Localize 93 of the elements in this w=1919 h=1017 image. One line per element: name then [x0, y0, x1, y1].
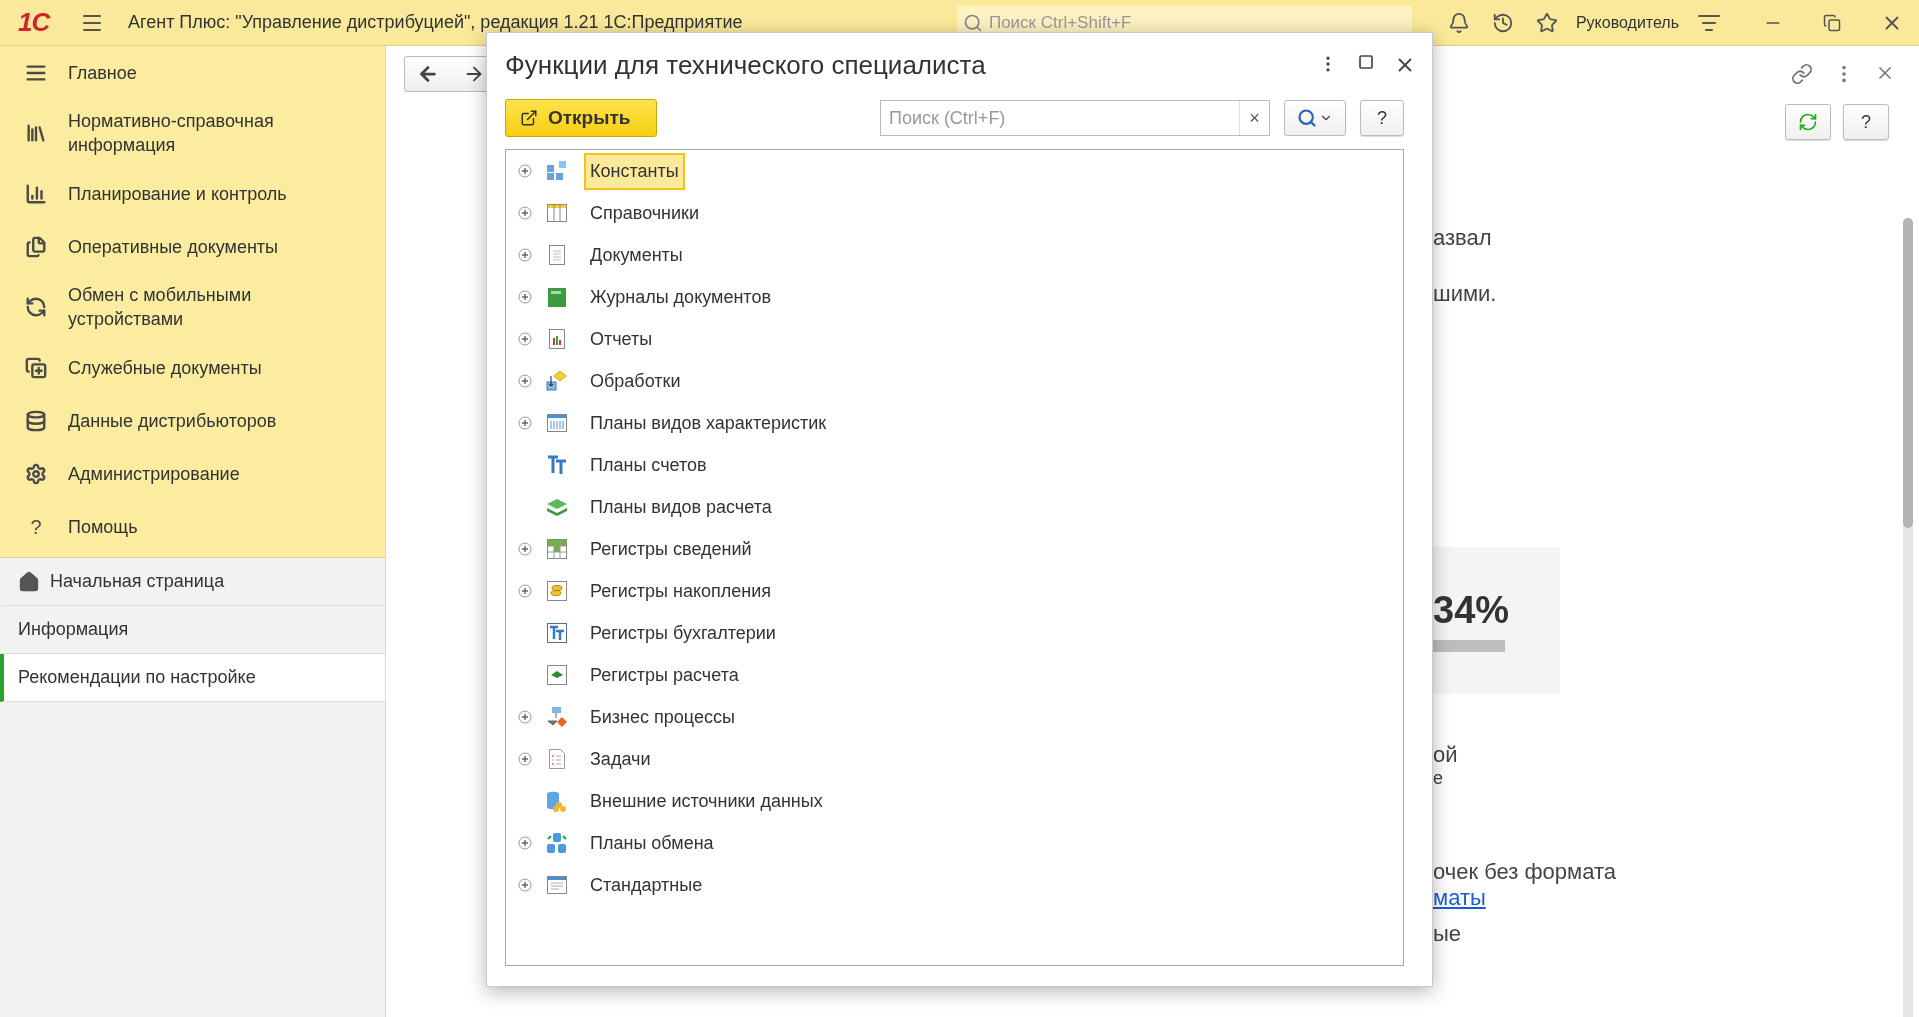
journal-icon: [546, 286, 568, 308]
expand-icon[interactable]: [518, 836, 532, 850]
tree-item[interactable]: Константы: [584, 152, 685, 190]
form-icon: [546, 874, 568, 896]
refresh-button[interactable]: [1785, 104, 1831, 140]
expand-icon[interactable]: [518, 374, 532, 388]
tree-item[interactable]: Регистры сведений: [584, 530, 758, 568]
help-icon: ?: [24, 514, 48, 539]
dialog-title: Функции для технического специалиста: [505, 49, 986, 81]
tree-item[interactable]: Планы видов расчета: [584, 488, 778, 526]
table-icon: [546, 202, 568, 224]
tree-item[interactable]: Задачи: [584, 740, 657, 778]
open-icon: [520, 109, 538, 127]
tree-item[interactable]: Планы счетов: [584, 446, 713, 484]
help-button[interactable]: ?: [1360, 100, 1404, 136]
document-icon: [546, 244, 568, 266]
tree-item[interactable]: Регистры расчета: [584, 656, 745, 694]
tree-item[interactable]: Стандартные: [584, 866, 709, 904]
exchange-icon: [546, 832, 568, 854]
open-button[interactable]: Открыть: [505, 99, 657, 137]
expand-icon[interactable]: [518, 878, 532, 892]
scrollbar[interactable]: [1903, 218, 1913, 1017]
tree-item[interactable]: Обработки: [584, 362, 687, 400]
expand-icon[interactable]: [518, 332, 532, 346]
expand-icon[interactable]: [518, 542, 532, 556]
app-logo: 1С: [18, 7, 52, 38]
tree-item[interactable]: Бизнес процессы: [584, 698, 741, 736]
search-icon: [962, 12, 983, 33]
expand-icon[interactable]: [518, 248, 532, 262]
tree-item[interactable]: Планы обмена: [584, 824, 720, 862]
search-button[interactable]: [1284, 100, 1346, 136]
processing-icon: [546, 370, 568, 392]
page-text: азвал: [1433, 225, 1493, 251]
help-button[interactable]: ?: [1843, 104, 1889, 140]
search-field[interactable]: Поиск (Ctrl+F) ×: [880, 100, 1270, 136]
tree-item[interactable]: Регистры бухгалтерии: [584, 614, 782, 652]
section-link[interactable]: Оперативные документы: [0, 220, 385, 273]
page-text: шими.: [1433, 281, 1498, 307]
section-link[interactable]: Служебные документы: [0, 341, 385, 394]
page-link[interactable]: маты: [1433, 885, 1919, 911]
window-title: Агент Плюс: "Управление дистрибуцией", редакция 1.21 1С:Предприятие: [128, 12, 743, 33]
checklist-icon: [546, 748, 568, 770]
section-link[interactable]: Главное: [0, 46, 385, 99]
section-icon: [24, 235, 48, 258]
section-link[interactable]: Администрирование: [0, 447, 385, 500]
section-link[interactable]: ? Помощь: [0, 500, 385, 553]
expand-icon[interactable]: [518, 710, 532, 724]
link-icon[interactable]: [1791, 63, 1813, 85]
refresh-icon: [1798, 112, 1818, 132]
tree-item[interactable]: Отчеты: [584, 320, 659, 358]
section-link[interactable]: Данные дистрибьюторов: [0, 394, 385, 447]
section-icon: [24, 182, 48, 205]
page-text: очек без формата: [1433, 859, 1617, 885]
calc-register-icon: [546, 664, 568, 686]
maximize-icon[interactable]: [1358, 54, 1374, 70]
section-link[interactable]: Планирование и контроль: [0, 167, 385, 220]
blocks-icon: [546, 160, 568, 182]
page-text: ой: [1433, 742, 1459, 768]
tree-item[interactable]: Внешние источники данных: [584, 782, 829, 820]
section-link[interactable]: Нормативно-справочная информация: [0, 99, 385, 167]
accounts-icon: [546, 454, 568, 476]
section-icon: [24, 356, 48, 379]
stat-value: 34%: [1433, 589, 1511, 632]
database-icon: [546, 790, 568, 812]
expand-icon[interactable]: [518, 584, 532, 598]
search-icon: [1297, 108, 1317, 128]
expand-icon[interactable]: [518, 206, 532, 220]
arrow-left-icon: [417, 63, 439, 85]
tree-item[interactable]: Регистры накопления: [584, 572, 778, 610]
section-icon: [24, 296, 48, 318]
expand-icon[interactable]: [518, 164, 532, 178]
grid-icon: [546, 538, 568, 560]
user-name[interactable]: Руководитель: [1575, 13, 1679, 32]
page-text: ые: [1433, 921, 1463, 947]
report-icon: [546, 328, 568, 350]
expand-icon[interactable]: [518, 752, 532, 766]
layers-icon: [546, 496, 568, 518]
grid-calendar-icon: [546, 412, 568, 434]
coins-icon: [546, 580, 568, 602]
tree-item[interactable]: Документы: [584, 236, 689, 274]
tree-item[interactable]: Журналы документов: [584, 278, 777, 316]
home-icon: [18, 570, 40, 593]
tree-item[interactable]: Планы видов характеристик: [584, 404, 833, 442]
expand-icon[interactable]: [518, 290, 532, 304]
section-icon: [24, 409, 48, 432]
expand-icon[interactable]: [518, 416, 532, 430]
section-link[interactable]: Обмен с мобильными устройствами: [0, 273, 385, 341]
tree-item[interactable]: Справочники: [584, 194, 706, 232]
page-text: е: [1433, 768, 1444, 789]
ledger-icon: [546, 622, 568, 644]
flowchart-icon: [546, 706, 568, 728]
section-icon: [24, 462, 48, 485]
nav-item[interactable]: Рекомендации по настройке: [0, 654, 385, 702]
